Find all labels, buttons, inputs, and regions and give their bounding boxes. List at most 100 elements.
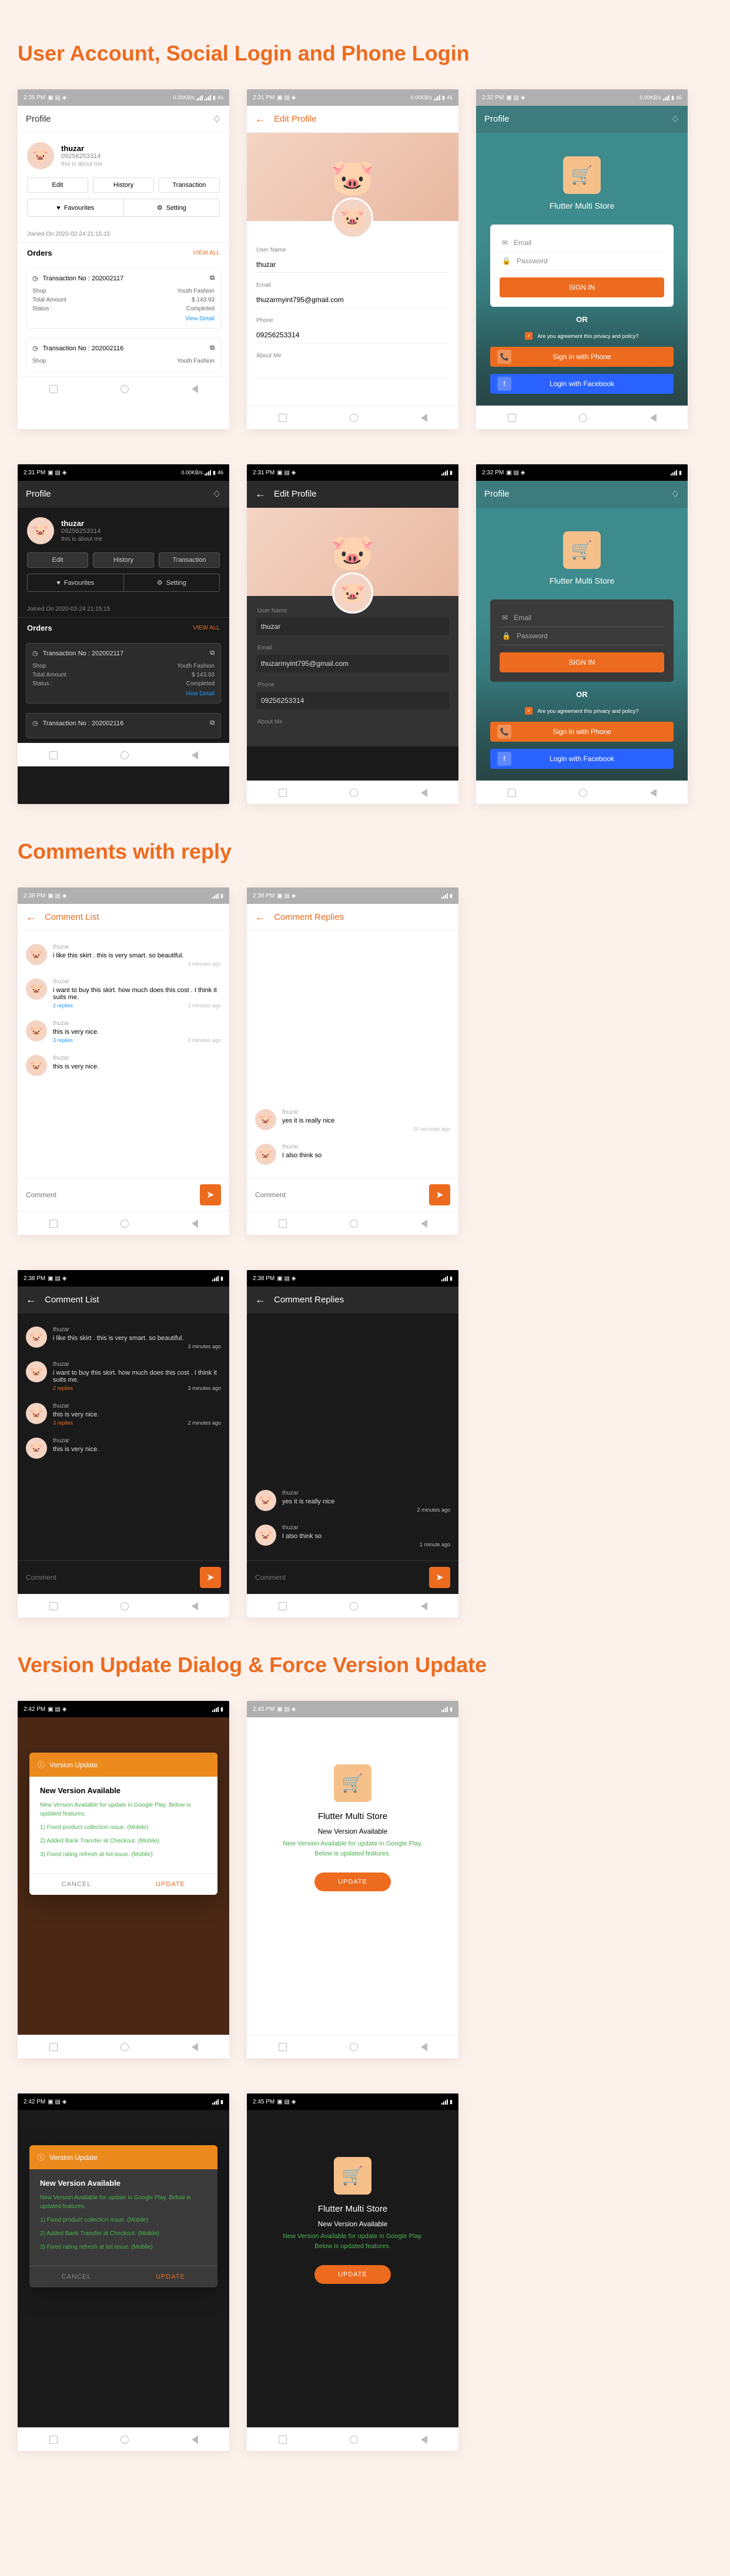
status-bar: 2:42 PM ▣ ▤ ◈ ▮ [18,2093,229,2110]
avatar-edit[interactable]: 🐷 [332,572,373,614]
update-button[interactable]: UPDATE [314,1872,391,1891]
tab-transaction[interactable]: Transaction [159,552,220,568]
password-field[interactable]: 🔒Password [500,627,664,645]
replies-link[interactable]: 2 replies [53,1003,73,1009]
transaction-card[interactable]: ◷Transaction No : 202002117⧉ ShopYouth F… [26,268,221,329]
notification-icon[interactable]: ♢ [213,488,221,500]
nav-recent-icon[interactable] [49,385,58,393]
comment-item[interactable]: 🐷thuzari like this skirt . this is very … [18,938,229,973]
transaction-card[interactable]: ◷Transaction No : 202002116⧉ ShopYouth F… [26,338,221,372]
appbar: ←Edit Profile [247,106,458,133]
avatar-edit[interactable]: 🐷 [332,197,373,239]
update-button[interactable]: UPDATE [123,2266,217,2287]
facebook-login-button[interactable]: fLogin with Facebook [490,749,674,769]
input-phone[interactable]: 09256253314 [256,692,449,709]
notification-icon[interactable]: ♢ [213,113,221,125]
phone-login-button[interactable]: 📞Sign in with Phone [490,722,674,742]
tab-edit[interactable]: Edit [27,177,88,193]
brand-name: Flutter Multi Store [264,1811,441,1821]
back-icon[interactable]: ← [26,1294,36,1306]
comment-input[interactable] [26,1184,195,1205]
transaction-card[interactable]: ◷ Transaction No : 202002116⧉ [26,713,221,738]
copy-icon[interactable]: ⧉ [210,274,215,282]
setting-button[interactable]: ⚙ Setting [124,574,220,591]
reply-item[interactable]: 🐷thuzarI also think so [247,1138,458,1171]
comment-input[interactable] [26,1567,195,1588]
input-username[interactable]: thuzar [256,618,449,635]
tab-transaction[interactable]: Transaction [159,177,220,193]
send-button[interactable]: ➤ [200,1184,221,1205]
signin-button[interactable]: SIGN IN [500,652,664,672]
nav-back-icon[interactable] [192,385,198,393]
input-phone[interactable]: 09256253314 [256,327,449,343]
copy-icon[interactable]: ⧉ [210,344,215,352]
favourites-button[interactable]: ♥ Favourites [28,574,124,591]
notification-icon[interactable]: ♢ [671,113,679,125]
avatar[interactable]: 🐷 [27,517,54,544]
cancel-button[interactable]: CANCEL [29,1874,123,1895]
send-button[interactable]: ➤ [429,1567,450,1588]
user-name: thuzar [61,144,102,153]
input-email[interactable]: thuzarmyint795@gmail.com [256,292,449,308]
back-icon[interactable]: ← [255,113,266,125]
user-bio: this is about me [61,161,102,168]
transaction-card[interactable]: ◷ Transaction No : 202002117⧉ ShopYouth … [26,643,221,704]
appbar: ←Comment Replies [247,1287,458,1314]
facebook-login-button[interactable]: fLogin with Facebook [490,374,674,394]
input-username[interactable]: thuzar [256,257,449,273]
tab-edit[interactable]: Edit [27,552,88,568]
comment-item[interactable]: 🐷thuzarthis is very nice.3 replies2 minu… [18,1397,229,1432]
back-icon[interactable]: ← [255,1294,266,1306]
replies-link[interactable]: 3 replies [53,1420,73,1426]
tab-history[interactable]: History [93,177,154,193]
input-email[interactable]: thuzarmyint795@gmail.com [256,655,449,672]
comment-item[interactable]: 🐷thuzarthis is very nice.3 replies2 minu… [18,1014,229,1049]
comment-input[interactable] [255,1567,424,1588]
send-button[interactable]: ➤ [200,1567,221,1588]
input-about[interactable] [256,363,449,378]
screen-edit-dark: 2:31 PM ▣ ▤ ◈ ▮ ←Edit Profile 🐷🐷 User Na… [247,464,458,804]
copy-icon[interactable]: ⧉ [210,649,215,657]
reply-item[interactable]: 🐷thuzaryes it is really nice20 seconds a… [247,1103,458,1138]
phone-login-button[interactable]: 📞Sign in with Phone [490,347,674,367]
email-field[interactable]: ✉Email [500,234,664,252]
comment-item[interactable]: 🐷thuzari want to buy this skirt. how muc… [18,1355,229,1397]
comment-item[interactable]: 🐷thuzari want to buy this skirt. how muc… [18,973,229,1014]
appbar: Profile♢ [18,481,229,508]
email-field[interactable]: ✉Email [500,609,664,627]
update-button[interactable]: UPDATE [123,1874,217,1895]
screen-replies-light: 2:38 PM ▣ ▤ ◈ ▮ ←Comment Replies 🐷thuzar… [247,887,458,1235]
app-logo: 🛒 [334,1764,371,1802]
signin-button[interactable]: SIGN IN [500,277,664,297]
copy-icon[interactable]: ⧉ [210,719,215,727]
avatar[interactable]: 🐷 [27,142,54,169]
comment-item[interactable]: 🐷thuzarthis is very nice. [18,1049,229,1082]
user-row: 🐷 thuzar09256253314this is about me [27,142,220,169]
reply-item[interactable]: 🐷thuzaryes it is really nice2 minutes ag… [247,1484,458,1519]
android-navbar [18,377,229,400]
back-icon[interactable]: ← [255,911,266,923]
view-all-link[interactable]: VIEW ALL [193,250,220,256]
android-navbar [247,780,458,804]
comment-item[interactable]: 🐷thuzari like this skirt . this is very … [18,1321,229,1355]
back-icon[interactable]: ← [255,488,266,500]
favourites-button[interactable]: ♥ Favourites [28,199,124,216]
reply-item[interactable]: 🐷thuzarI also think so1 minute ago [247,1519,458,1553]
replies-link[interactable]: 3 replies [53,1037,73,1043]
view-detail-link[interactable]: View Detail [32,316,215,322]
agree-checkbox[interactable]: ✓ [525,707,533,715]
notification-icon[interactable]: ♢ [671,488,679,500]
tab-history[interactable]: History [93,552,154,568]
password-field[interactable]: 🔒Password [500,252,664,270]
setting-button[interactable]: ⚙ Setting [124,199,220,216]
agree-checkbox[interactable]: ✓ [525,332,533,340]
view-all-link[interactable]: VIEW ALL [193,625,220,631]
comment-item[interactable]: 🐷thuzarthis is very nice. [18,1432,229,1465]
cancel-button[interactable]: CANCEL [29,2266,123,2287]
replies-link[interactable]: 2 replies [53,1385,73,1391]
nav-home-icon[interactable] [120,385,129,393]
send-button[interactable]: ➤ [429,1184,450,1205]
update-button[interactable]: UPDATE [314,2265,391,2284]
back-icon[interactable]: ← [26,911,36,923]
comment-input[interactable] [255,1184,424,1205]
